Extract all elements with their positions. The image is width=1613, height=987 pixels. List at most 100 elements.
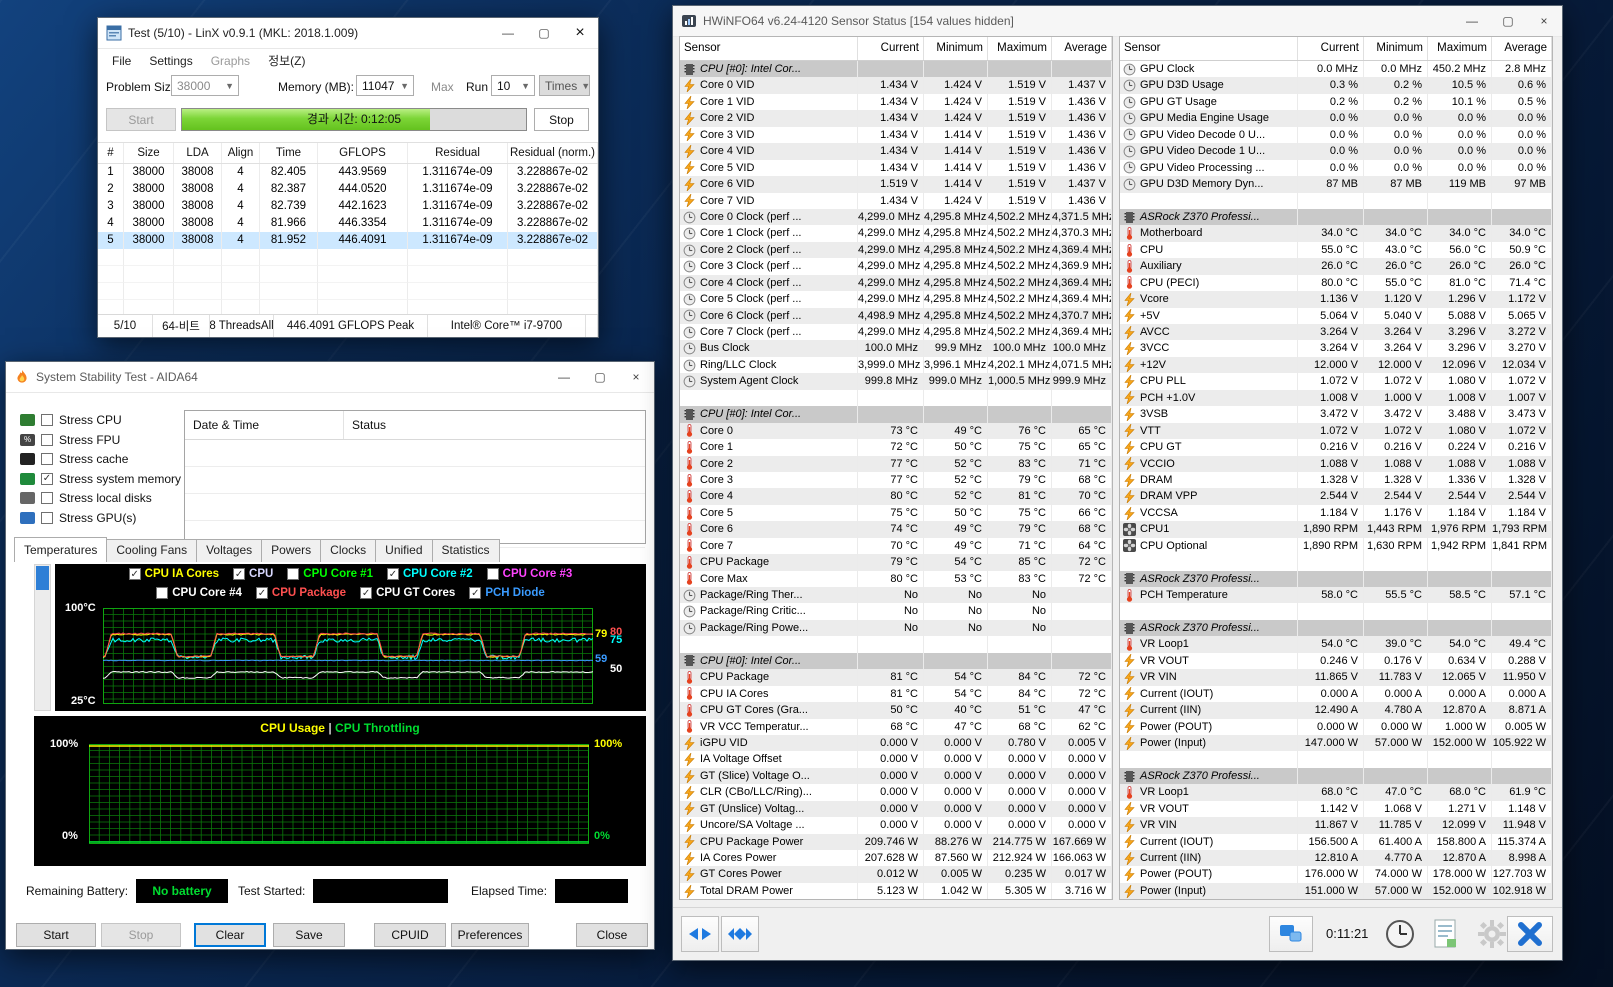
sensor-row[interactable]: Core 1 72 °C 50 °C 75 °C 65 °C — [680, 439, 1112, 456]
linx-col-header[interactable]: # — [98, 143, 124, 163]
sensor-row[interactable]: Core 4 VID 1.434 V 1.414 V 1.519 V 1.436 V — [680, 143, 1112, 160]
linx-stop-button[interactable]: Stop — [534, 108, 589, 131]
start-button[interactable]: Start — [16, 923, 96, 947]
sensor-row[interactable]: CPU Package 79 °C 54 °C 85 °C 72 °C — [680, 554, 1112, 571]
sensor-row[interactable]: Core 3 Clock (perf ... 4,299.0 MHz 4,295.8… — [680, 258, 1112, 275]
sensor-row[interactable]: VR Loop1 54.0 °C 39.0 °C 54.0 °C 49.4 °C — [1120, 636, 1552, 653]
sensor-row[interactable]: Uncore/SA Voltage ... 0.000 V 0.000 V 0.000… — [680, 817, 1112, 834]
sensor-row[interactable]: Package/Ring Powe... No No No — [680, 619, 1112, 637]
sensor-row[interactable]: AVCC 3.264 V 3.264 V 3.296 V 3.272 V — [1120, 324, 1552, 341]
sensor-row[interactable]: DRAM VPP 2.544 V 2.544 V 2.544 V 2.544 V — [1120, 488, 1552, 505]
sensor-row[interactable]: PCH +1.0V 1.008 V 1.000 V 1.008 V 1.007 V — [1120, 389, 1552, 407]
table-row[interactable]: 4 38000 38008 4 81.966 446.3354 1.311674e-09 3.… — [98, 215, 598, 232]
sensor-row[interactable]: Current (IOUT) 156.500 A 61.400 A 158.800 A… — [1120, 833, 1552, 850]
scrollbar-thumb[interactable] — [36, 566, 49, 590]
log-col-status[interactable]: Status — [344, 411, 645, 439]
legend-checkbox[interactable] — [287, 568, 300, 580]
log-col-datetime[interactable]: Date & Time — [185, 411, 344, 439]
sensor-row[interactable]: CPU PLL 1.072 V 1.072 V 1.080 V 1.072 V — [1120, 373, 1552, 390]
sensor-row[interactable]: Core 6 Clock (perf ... 4,498.9 MHz 4,295.8… — [680, 307, 1112, 324]
sensor-row[interactable]: CPU 55.0 °C 43.0 °C 56.0 °C 50.9 °C — [1120, 241, 1552, 259]
sensor-row[interactable]: Total DRAM Power 5.123 W 1.042 W 5.305 W 3.7… — [680, 882, 1112, 899]
cpuid-button[interactable]: CPUID — [374, 923, 446, 947]
sensor-row[interactable]: Package/Ring Ther... No No No — [680, 587, 1112, 604]
linx-menu-file[interactable]: File — [104, 52, 139, 70]
linx-col-header[interactable]: Time — [260, 143, 318, 163]
linx-col-header[interactable]: Size — [124, 143, 174, 163]
sensor-row[interactable]: GPU Clock 0.0 MHz 0.0 MHz 450.2 MHz 2.8 MHz — [1120, 61, 1552, 78]
sensor-row[interactable]: IA Cores Power 207.628 W 87.560 W 212.924 W… — [680, 850, 1112, 867]
linx-col-header[interactable]: LDA — [174, 143, 222, 163]
sensor-row[interactable]: Core 2 Clock (perf ... 4,299.0 MHz 4,295.8… — [680, 241, 1112, 259]
linx-menu-z[interactable]: 정보(Z) — [260, 50, 313, 71]
legend-checkbox[interactable] — [156, 587, 169, 599]
tab-clocks[interactable]: Clocks — [320, 539, 377, 562]
sensor-row[interactable]: Core 4 Clock (perf ... 4,299.0 MHz 4,295.8… — [680, 274, 1112, 292]
legend-checkbox[interactable]: ✓ — [255, 587, 268, 599]
sensor-row[interactable]: Power (POUT) 0.000 W 0.000 W 1.000 W 0.005 W — [1120, 718, 1552, 735]
aida-minimize-button[interactable]: — — [546, 362, 582, 392]
sensor-row[interactable]: GPU GT Usage 0.2 % 0.2 % 10.1 % 0.5 % — [1120, 93, 1552, 111]
sensor-row[interactable]: Core 0 Clock (perf ... 4,299.0 MHz 4,295.8… — [680, 208, 1112, 226]
tab-powers[interactable]: Powers — [261, 539, 322, 562]
sensor-row[interactable]: VR VOUT 0.246 V 0.176 V 0.634 V 0.288 V — [1120, 652, 1552, 670]
sensor-row[interactable]: VR VCC Temperatur... 68 °C 47 °C 68 °C 62 °C — [680, 718, 1112, 735]
stop-button[interactable]: Stop — [101, 923, 181, 947]
save-button[interactable]: Save — [273, 923, 345, 947]
sensor-row[interactable]: GT (Slice) Voltage O... 0.000 V 0.000 V 0.0… — [680, 767, 1112, 785]
linx-close-button[interactable]: × — [562, 18, 598, 48]
sensor-row[interactable]: Current (IOUT) 0.000 A 0.000 A 0.000 A 0.000… — [1120, 685, 1552, 703]
sensor-row[interactable]: Core 3 VID 1.434 V 1.414 V 1.519 V 1.436 V — [680, 126, 1112, 144]
stress-checkbox[interactable] — [41, 511, 53, 524]
linx-col-header[interactable]: Residual (norm.) — [508, 143, 598, 163]
table-row[interactable]: 3 38000 38008 4 82.739 442.1623 1.311674e-09 3.… — [98, 198, 598, 215]
sensor-row[interactable]: Core Max 80 °C 53 °C 83 °C 72 °C — [680, 570, 1112, 587]
nav-arrows-button[interactable] — [681, 916, 719, 952]
sensor-row[interactable]: Current (IIN) 12.810 A 4.770 A 12.870 A 8.99… — [1120, 850, 1552, 867]
sensor-row[interactable]: CPU Optional 1,890 RPM 1,630 RPM 1,942 RPM 1… — [1120, 537, 1552, 555]
legend-checkbox[interactable] — [486, 568, 499, 580]
sensor-row[interactable]: 3VSB 3.472 V 3.472 V 3.488 V 3.473 V — [1120, 406, 1552, 423]
sensor-row[interactable]: +12V 12.000 V 12.000 V 12.096 V 12.034 V — [1120, 356, 1552, 374]
sensor-row[interactable]: Core 5 VID 1.434 V 1.414 V 1.519 V 1.436 V — [680, 159, 1112, 177]
clock-button[interactable] — [1379, 916, 1421, 952]
sensor-row[interactable]: GPU Video Processing ... 0.0 % 0.0 % 0.0 % 0… — [1120, 159, 1552, 177]
sensor-row[interactable]: GPU Video Decode 1 U... 0.0 % 0.0 % 0.0 % 0.… — [1120, 143, 1552, 160]
sensor-row[interactable]: Current (IIN) 12.490 A 4.780 A 12.870 A 8.87… — [1120, 702, 1552, 719]
sensor-row[interactable]: iGPU VID 0.000 V 0.000 V 0.780 V 0.005 V — [680, 734, 1112, 752]
run-combo[interactable]: 10 ▼ — [491, 75, 535, 96]
aida-maximize-button[interactable]: ▢ — [582, 362, 618, 392]
linx-col-header[interactable]: Residual — [408, 143, 508, 163]
sensor-row[interactable]: GPU D3D Usage 0.3 % 0.2 % 10.5 % 0.6 % — [1120, 77, 1552, 94]
tab-voltages[interactable]: Voltages — [196, 539, 263, 562]
sensor-row[interactable]: Core 0 VID 1.434 V 1.424 V 1.519 V 1.437 V — [680, 77, 1112, 94]
legend-checkbox[interactable]: ✓ — [360, 587, 373, 599]
sensor-row[interactable]: Core 2 77 °C 52 °C 83 °C 71 °C — [680, 455, 1112, 472]
legend-checkbox[interactable]: ✓ — [128, 568, 141, 580]
sensor-row[interactable]: VR VOUT 1.142 V 1.068 V 1.271 V 1.148 V — [1120, 800, 1552, 818]
sensor-row[interactable]: Package/Ring Critic... No No No — [680, 603, 1112, 620]
sensor-row[interactable]: Core 3 77 °C 52 °C 79 °C 68 °C — [680, 471, 1112, 489]
sensor-row[interactable]: Core 2 VID 1.434 V 1.424 V 1.519 V 1.436 V — [680, 110, 1112, 127]
sensor-row[interactable]: GT Cores Power 0.012 W 0.005 W 0.235 W 0.017… — [680, 866, 1112, 883]
sensor-row[interactable]: Core 1 VID 1.434 V 1.424 V 1.519 V 1.436 V — [680, 93, 1112, 111]
sensor-row[interactable]: Core 0 73 °C 49 °C 76 °C 65 °C — [680, 422, 1112, 440]
sensor-row[interactable]: Power (POUT) 176.000 W 74.000 W 178.000 W 12… — [1120, 866, 1552, 883]
logging-button[interactable] — [1425, 916, 1467, 952]
sensor-row[interactable]: Vcore 1.136 V 1.120 V 1.296 V 1.172 V — [1120, 291, 1552, 308]
hwinfo-close-button[interactable]: × — [1526, 6, 1562, 36]
stress-checkbox[interactable] — [41, 492, 53, 504]
sensor-row[interactable]: Core 5 75 °C 50 °C 75 °C 66 °C — [680, 504, 1112, 522]
legend-checkbox[interactable]: ✓ — [386, 568, 399, 580]
sensor-row[interactable]: CPU1 1,890 RPM 1,443 RPM 1,976 RPM 1,793 RPM — [1120, 521, 1552, 538]
sensor-row[interactable]: CPU GT 0.216 V 0.216 V 0.224 V 0.216 V — [1120, 439, 1552, 456]
nav-double-arrows-button[interactable] — [721, 916, 759, 952]
sensor-row[interactable]: VCCSA 1.184 V 1.176 V 1.184 V 1.184 V — [1120, 504, 1552, 522]
tab-unified[interactable]: Unified — [375, 539, 433, 562]
sensor-row[interactable]: VR VIN 11.867 V 11.785 V 12.099 V 11.948 V — [1120, 817, 1552, 834]
linx-minimize-button[interactable]: — — [490, 18, 526, 48]
sensor-row[interactable]: Power (Input) 147.000 W 57.000 W 152.000 W1… — [1120, 734, 1552, 752]
sensor-row[interactable]: DRAM 1.328 V 1.328 V 1.336 V 1.328 V — [1120, 471, 1552, 489]
temp-graph-scrollbar[interactable] — [34, 564, 51, 711]
sensor-row[interactable]: GT (Unslice) Voltag... 0.000 V 0.000 V 0.00… — [680, 800, 1112, 818]
